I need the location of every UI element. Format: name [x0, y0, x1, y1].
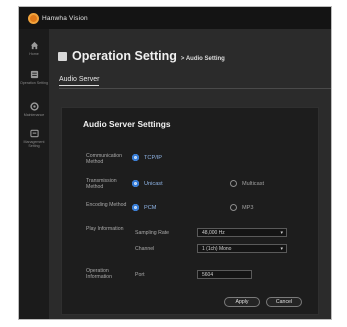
- panel-title: Audio Server Settings: [83, 119, 171, 129]
- radio-label: MP3: [242, 204, 254, 211]
- top-bar: Hanwha Vision: [19, 7, 331, 29]
- port-input[interactable]: 5604: [197, 270, 252, 279]
- radio-selected-icon: [132, 180, 139, 187]
- sampling-rate-label: Sampling Rate: [135, 230, 170, 236]
- page-title: Operation Setting: [72, 49, 177, 63]
- sidebar-item-home[interactable]: Home: [19, 41, 49, 56]
- sidebar-item-operation-setting[interactable]: Operation Setting: [19, 70, 49, 85]
- breadcrumb: > Audio Setting: [180, 56, 225, 62]
- radio-unselected-icon: [230, 204, 237, 211]
- radio-mp3[interactable]: MP3: [230, 204, 254, 211]
- audio-server-settings-panel: Audio Server Settings Communication Meth…: [61, 107, 319, 315]
- sidebar-item-label: Maintenance: [23, 113, 45, 117]
- sidebar-item-label: Home: [29, 52, 39, 56]
- radio-selected-icon: [132, 204, 139, 211]
- sampling-rate-value: 48,000 Hz: [202, 229, 225, 236]
- operation-setting-icon: [30, 70, 38, 79]
- transmission-method-label: Transmission Method: [86, 178, 117, 190]
- brand-name: Hanwha Vision: [42, 14, 88, 22]
- radio-multicast[interactable]: Multicast: [230, 180, 264, 187]
- sidebar-item-maintenance[interactable]: Maintenance: [19, 102, 49, 117]
- app-window: Hanwha Vision Home Operation Setting Mai…: [18, 6, 332, 320]
- cancel-button[interactable]: Cancel: [266, 297, 302, 307]
- radio-selected-icon: [132, 154, 139, 161]
- port-value: 5604: [202, 271, 214, 278]
- channel-value: 1 (1ch) Mono: [202, 245, 232, 252]
- communication-method-label: Communication Method: [86, 153, 123, 165]
- radio-tcpip[interactable]: TCP/IP: [132, 154, 162, 161]
- play-information-label: Play Information: [86, 226, 124, 232]
- radio-pcm[interactable]: PCM: [132, 204, 156, 211]
- channel-select[interactable]: 1 (1ch) Mono ▾: [197, 244, 287, 253]
- channel-label: Channel: [135, 246, 155, 252]
- port-label: Port: [135, 272, 145, 278]
- sidebar-item-management-setting[interactable]: Management Setting: [19, 129, 49, 148]
- brand-logo-icon: [28, 12, 39, 24]
- chevron-down-icon: ▾: [280, 230, 283, 236]
- sampling-rate-select[interactable]: 48,000 Hz ▾: [197, 228, 287, 237]
- home-icon: [30, 41, 38, 50]
- management-setting-icon: [29, 129, 39, 138]
- main-content: Operation Setting > Audio Setting Audio …: [49, 29, 331, 319]
- tab-divider: [59, 88, 331, 89]
- encoding-method-label: Encoding Method: [86, 202, 127, 208]
- sidebar-item-label: Operation Setting: [20, 81, 48, 85]
- radio-label: PCM: [144, 204, 157, 211]
- settings-page-icon: [58, 52, 67, 61]
- sidebar-item-label: Management Setting: [23, 140, 45, 149]
- radio-label: TCP/IP: [144, 154, 163, 161]
- radio-unicast[interactable]: Unicast: [132, 180, 163, 187]
- radio-label: Unicast: [144, 180, 163, 187]
- chevron-down-icon: ▾: [280, 246, 283, 252]
- radio-unselected-icon: [230, 180, 237, 187]
- maintenance-icon: [29, 102, 39, 111]
- tab-audio-server[interactable]: Audio Server: [59, 76, 100, 86]
- radio-label: Multicast: [242, 180, 265, 187]
- page-header: Operation Setting > Audio Setting: [58, 49, 225, 63]
- operation-information-label: Operation Information: [86, 268, 112, 280]
- sidebar: Home Operation Setting Maintenance Manag…: [19, 29, 49, 319]
- apply-button[interactable]: Apply: [224, 297, 260, 307]
